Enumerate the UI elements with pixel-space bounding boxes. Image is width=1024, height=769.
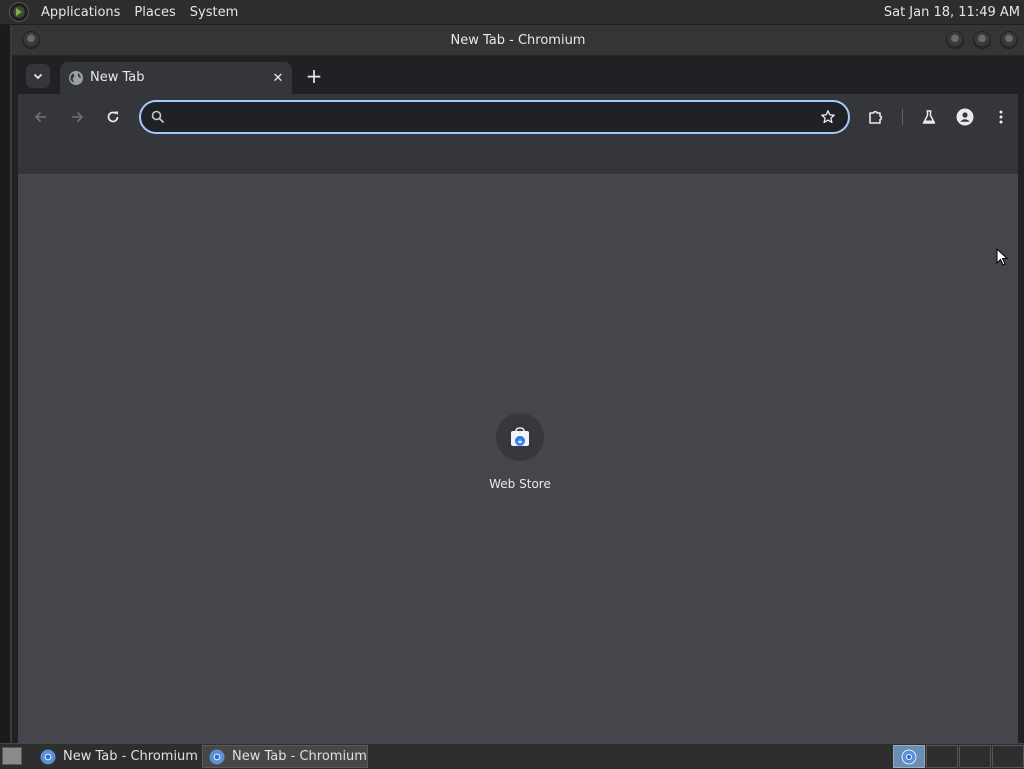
labs-button[interactable] — [917, 105, 941, 129]
new-tab-page: Web Store — [18, 175, 1018, 743]
toolbar-separator — [902, 109, 903, 125]
labs-flask-icon — [922, 110, 936, 124]
new-tab-button[interactable]: + — [302, 64, 326, 88]
back-button[interactable] — [29, 105, 53, 129]
tab-strip: New Tab ✕ + — [18, 56, 1018, 94]
task-label: New Tab - Chromium — [63, 749, 198, 764]
minimize-button[interactable] — [946, 31, 964, 49]
top-panel: Applications Places System Sat Jan 18, 1… — [0, 0, 1024, 25]
address-bar[interactable] — [139, 100, 850, 134]
chromium-icon — [901, 749, 917, 765]
shortcut-tile[interactable] — [496, 413, 544, 461]
forward-arrow-icon — [72, 111, 84, 123]
workspace-4[interactable] — [992, 745, 1024, 768]
workspace-2[interactable] — [926, 745, 958, 768]
mouse-cursor-icon — [996, 248, 1009, 266]
tab-new-tab[interactable]: New Tab ✕ — [60, 62, 292, 94]
chevron-down-icon — [33, 73, 43, 80]
window-title: New Tab - Chromium — [450, 33, 586, 48]
desktop-left-edge — [0, 25, 12, 743]
tab-search-button[interactable] — [26, 64, 50, 88]
address-input[interactable] — [173, 106, 803, 128]
shortcut-web-store[interactable]: Web Store — [480, 413, 560, 495]
taskbar: New Tab - Chromium New Tab - Chromium — [0, 743, 1024, 768]
profile-button[interactable] — [953, 105, 977, 129]
distro-logo-icon[interactable] — [9, 2, 29, 22]
menu-system[interactable]: System — [183, 0, 245, 25]
task-button-active[interactable]: New Tab - Chromium — [202, 745, 368, 768]
reload-icon — [107, 111, 119, 123]
chromium-icon — [209, 749, 225, 764]
workspace-1[interactable] — [893, 745, 925, 768]
panel-clock[interactable]: Sat Jan 18, 11:49 AM — [884, 0, 1020, 25]
shortcut-label: Web Store — [489, 477, 551, 491]
extensions-button[interactable] — [864, 105, 888, 129]
more-menu-button[interactable] — [989, 105, 1013, 129]
close-window-button[interactable] — [1000, 31, 1018, 49]
back-arrow-icon — [34, 111, 46, 123]
task-button[interactable]: New Tab - Chromium — [34, 745, 200, 768]
globe-icon — [69, 71, 83, 85]
maximize-button[interactable] — [973, 31, 991, 49]
profile-icon — [956, 108, 974, 126]
bookmarks-bar — [18, 140, 1018, 175]
reload-button[interactable] — [101, 105, 125, 129]
tab-close-button[interactable]: ✕ — [270, 70, 286, 86]
more-menu-icon — [999, 110, 1003, 124]
menu-applications[interactable]: Applications — [34, 0, 127, 25]
browser-toolbar — [18, 94, 1018, 140]
extensions-icon — [869, 110, 883, 124]
forward-button[interactable] — [65, 105, 89, 129]
show-desktop-button[interactable] — [2, 747, 22, 765]
search-icon — [151, 110, 165, 124]
web-store-icon — [511, 427, 529, 446]
task-label: New Tab - Chromium — [232, 749, 367, 764]
tab-title: New Tab — [90, 70, 145, 85]
chromium-icon — [40, 749, 56, 764]
workspace-3[interactable] — [959, 745, 991, 768]
bookmark-star-icon[interactable] — [820, 109, 836, 125]
menu-places[interactable]: Places — [127, 0, 182, 25]
browser-window: New Tab - Chromium New Tab ✕ + Web Store — [12, 25, 1024, 743]
window-titlebar[interactable]: New Tab - Chromium — [12, 25, 1024, 56]
